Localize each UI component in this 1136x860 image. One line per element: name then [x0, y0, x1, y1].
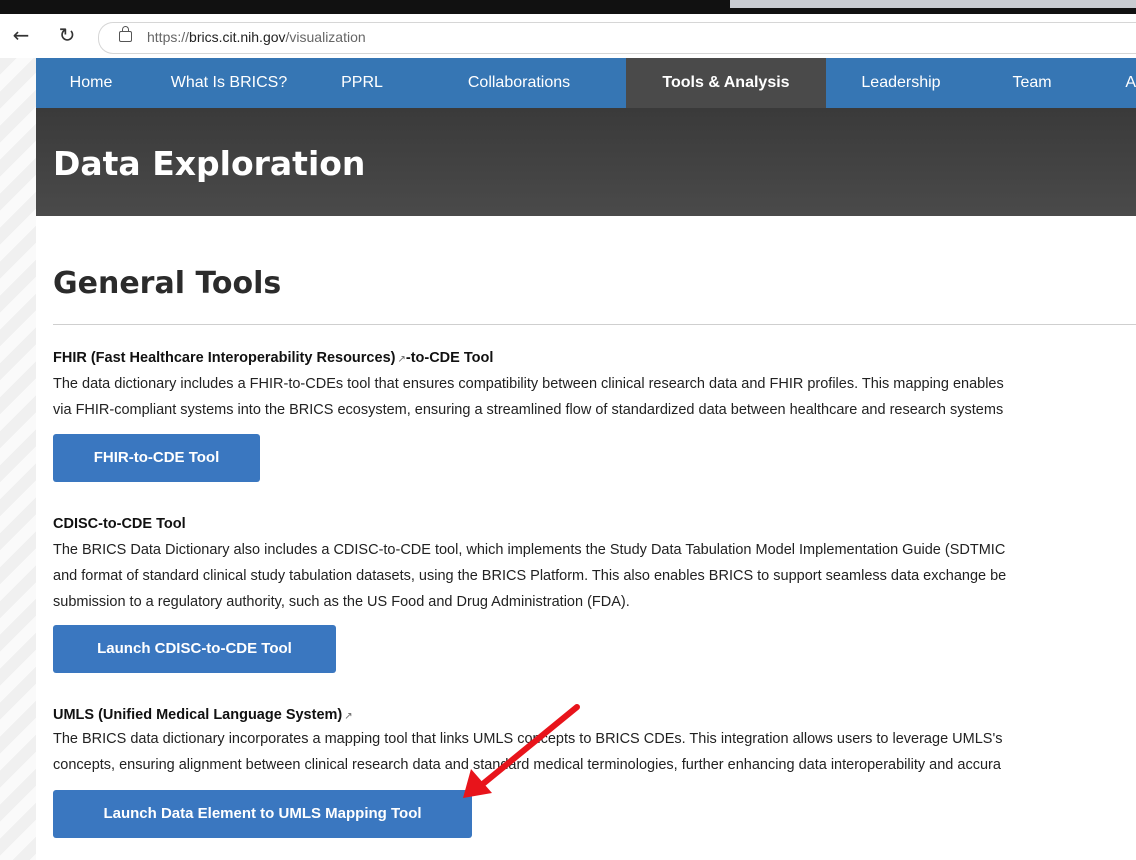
lock-icon	[119, 26, 132, 42]
nav-item-collaborations[interactable]: Collaborations	[412, 58, 626, 108]
cdisc-description-line-1: The BRICS Data Dictionary also includes …	[53, 542, 1006, 558]
umls-description-line-2: concepts, ensuring alignment between cli…	[53, 757, 1001, 773]
page-hero: Data Exploration	[36, 108, 1136, 216]
nav-item-tools-analysis[interactable]: Tools & Analysis	[626, 58, 826, 108]
fhir-section-title: FHIR (Fast Healthcare Interoperability R…	[53, 350, 493, 366]
umls-description-line-1: The BRICS data dictionary incorporates a…	[53, 731, 1003, 747]
fhir-title-text: FHIR (Fast Healthcare Interoperability R…	[53, 350, 396, 366]
fhir-title-suffix: -to-CDE Tool	[405, 350, 494, 366]
back-arrow-icon[interactable]: ←	[8, 22, 34, 48]
launch-umls-mapping-tool-button[interactable]: Launch Data Element to UMLS Mapping Tool	[53, 790, 472, 838]
nav-item-pprl[interactable]: PPRL	[312, 58, 412, 108]
page-background-pattern	[0, 58, 36, 860]
url-path: /visualization	[285, 29, 366, 45]
nav-item-truncated[interactable]: A	[1088, 58, 1136, 108]
cdisc-description-line-2: and format of standard clinical study ta…	[53, 568, 1007, 584]
nav-item-what-is-brics[interactable]: What Is BRICS?	[146, 58, 312, 108]
address-bar[interactable]: https://brics.cit.nih.gov/visualization	[98, 22, 1136, 54]
launch-cdisc-to-cde-button[interactable]: Launch CDISC-to-CDE Tool	[53, 625, 336, 673]
url-domain: brics.cit.nih.gov	[189, 29, 286, 45]
window-top-strip-light	[730, 0, 1136, 8]
external-link-icon[interactable]: ↗	[344, 711, 352, 722]
window-top-strip	[0, 0, 1136, 14]
external-link-icon[interactable]: ↗	[397, 354, 405, 365]
reload-icon[interactable]: ↻	[54, 22, 80, 48]
page-title: Data Exploration	[53, 144, 366, 183]
url-text: https://brics.cit.nih.gov/visualization	[147, 29, 366, 45]
fhir-to-cde-button[interactable]: FHIR-to-CDE Tool	[53, 434, 260, 482]
umls-section-title: UMLS (Unified Medical Language System) ↗	[53, 707, 353, 723]
nav-item-leadership[interactable]: Leadership	[826, 58, 976, 108]
divider	[53, 324, 1136, 325]
fhir-description-line-1: The data dictionary includes a FHIR-to-C…	[53, 376, 1004, 392]
fhir-description-line-2: via FHIR-compliant systems into the BRIC…	[53, 402, 1004, 418]
umls-title-text: UMLS (Unified Medical Language System)	[53, 707, 343, 723]
cdisc-description-line-3: submission to a regulatory authority, su…	[53, 594, 630, 610]
nav-item-home[interactable]: Home	[36, 58, 146, 108]
main-content: General Tools FHIR (Fast Healthcare Inte…	[36, 216, 1136, 860]
section-heading: General Tools	[53, 266, 282, 301]
main-nav: Home What Is BRICS? PPRL Collaborations …	[36, 58, 1136, 108]
nav-item-team[interactable]: Team	[976, 58, 1088, 108]
cdisc-section-title: CDISC-to-CDE Tool	[53, 516, 186, 532]
url-prefix: https://	[147, 29, 190, 45]
